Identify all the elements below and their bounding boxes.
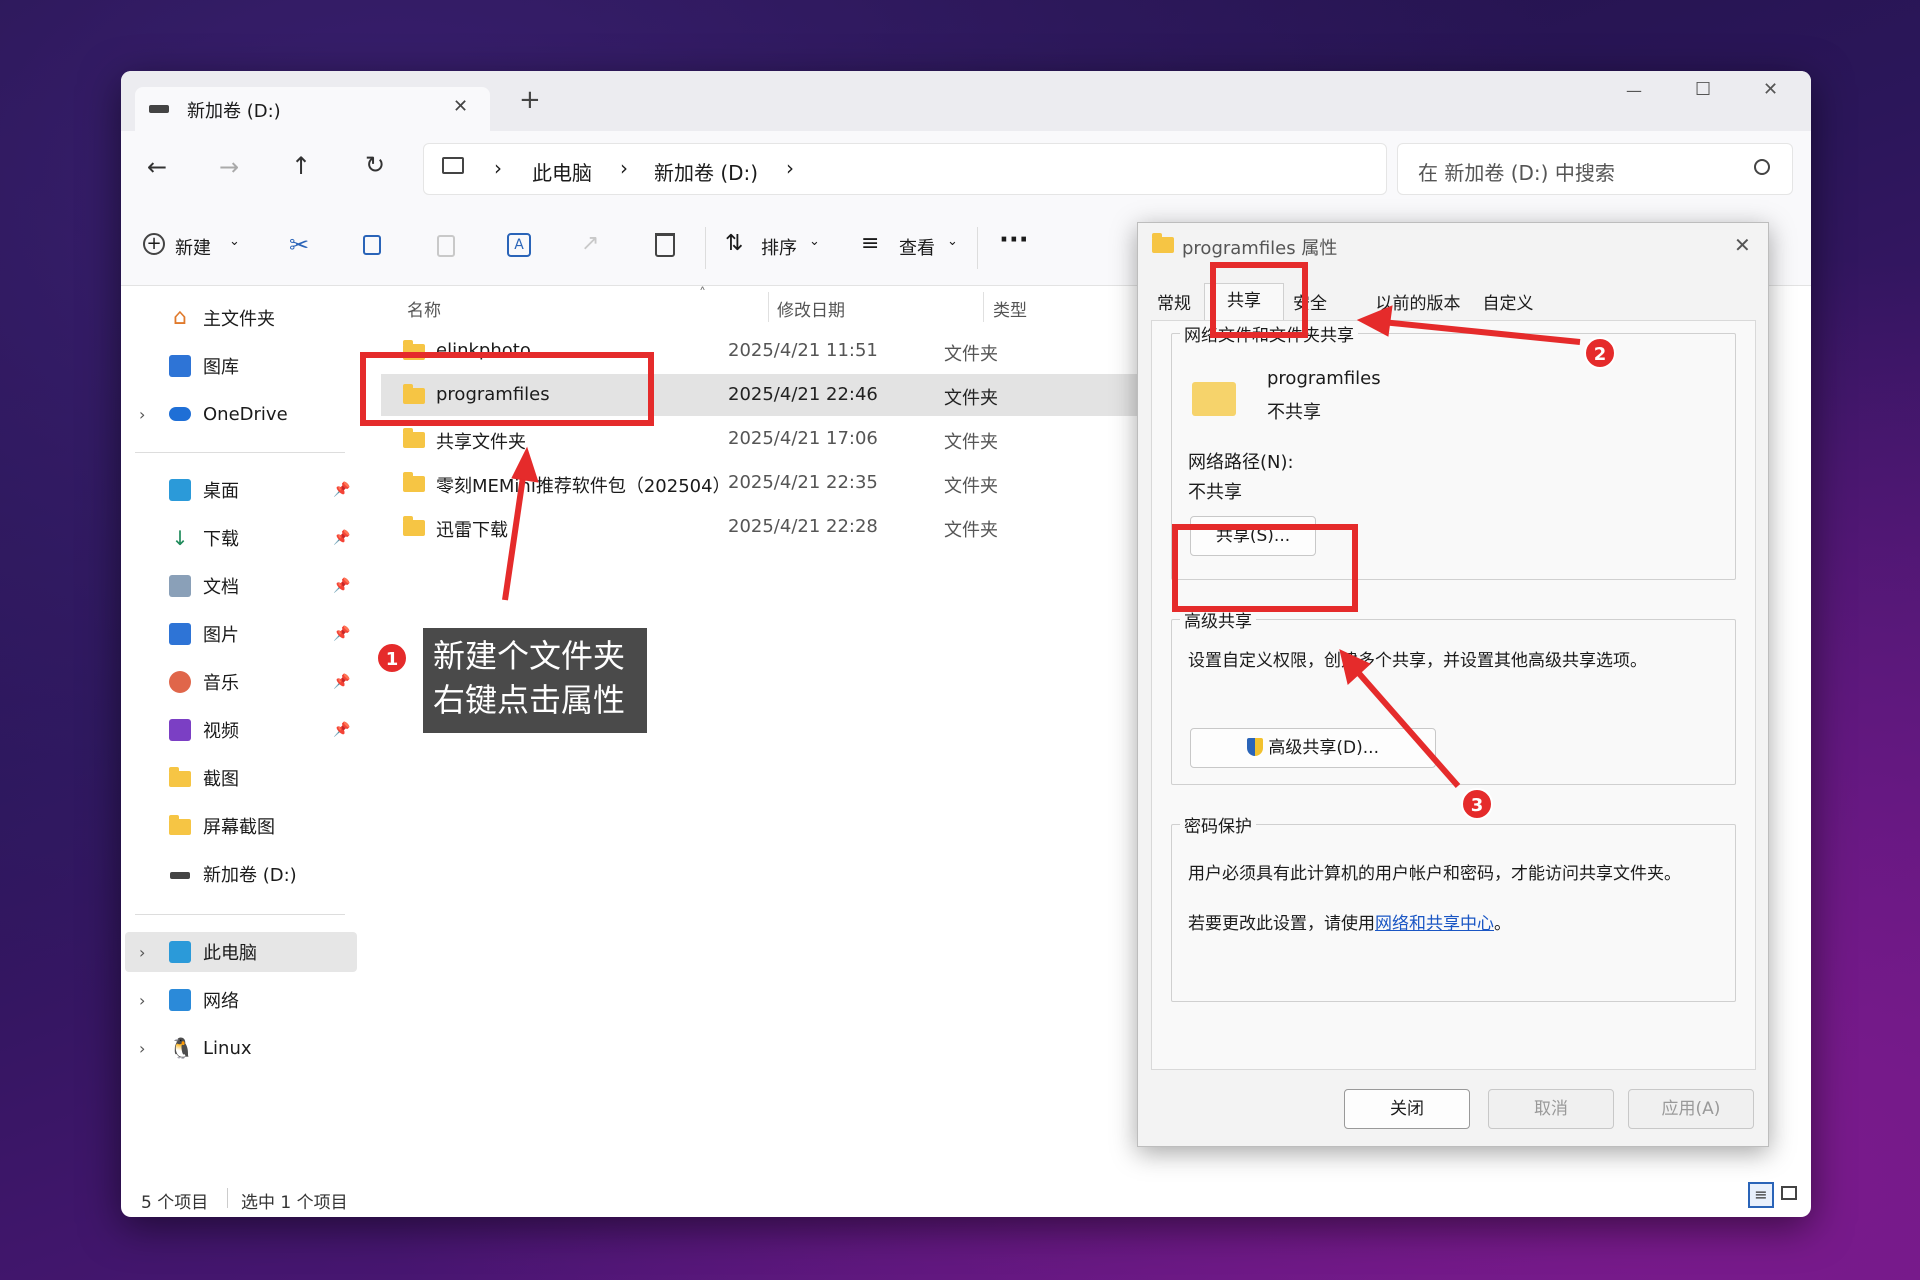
step-badge-1: 1 [376, 642, 408, 674]
arrow-3-shaft [1353, 668, 1461, 788]
arrow-2-shaft [1381, 319, 1581, 345]
arrow-1-head [511, 446, 539, 483]
callout-line-1: 新建个文件夹 [433, 637, 626, 675]
annotation-arrows [502, 305, 1581, 788]
arrow-1-shaft [502, 469, 527, 601]
step-badge-2: 2 [1584, 337, 1616, 369]
step-badge-3: 3 [1461, 788, 1493, 820]
instruction-callout: 新建个文件夹 右键点击属性 [423, 628, 647, 733]
callout-line-2: 右键点击属性 [433, 681, 626, 719]
arrow-2-head [1356, 305, 1393, 337]
